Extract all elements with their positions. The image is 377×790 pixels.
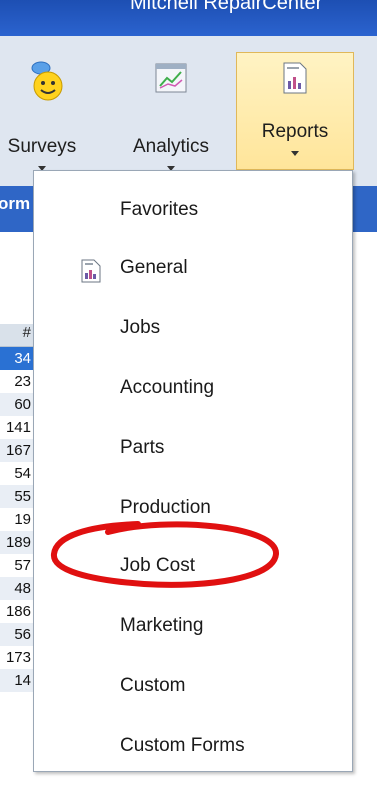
table-cell[interactable]: 189 [0, 531, 35, 554]
menu-item-favorites[interactable]: Favorites [34, 183, 352, 239]
column-header[interactable]: # [0, 324, 35, 347]
table-cell[interactable]: 19 [0, 508, 35, 531]
menu-item-label: General [120, 257, 188, 278]
table-cell[interactable]: 23 [0, 370, 35, 393]
analytics-label: Analytics [132, 136, 210, 157]
report-icon [281, 61, 309, 101]
reports-button[interactable]: Reports [236, 52, 354, 170]
reports-label: Reports [261, 121, 329, 142]
table-cell[interactable]: 56 [0, 623, 35, 646]
menu-item-general[interactable]: General [34, 241, 352, 297]
menu-item-marketing[interactable]: Marketing [34, 599, 352, 655]
surveys-button[interactable]: Surveys [0, 50, 90, 171]
menu-item-label: Favorites [120, 199, 199, 220]
table-cell[interactable]: 57 [0, 554, 35, 577]
table-cell[interactable]: 14 [0, 669, 35, 692]
menu-item-jobs[interactable]: Jobs [34, 301, 352, 357]
menu-item-label: Jobs [120, 317, 161, 338]
surveys-label: Surveys [7, 136, 77, 157]
menu-item-job-cost[interactable]: Job Cost [34, 539, 352, 595]
table-cell[interactable]: 34 [0, 347, 35, 370]
ribbon: Surveys Analytics Reports [0, 36, 377, 186]
table-cell[interactable]: 173 [0, 646, 35, 669]
section-header-label: orm [0, 194, 31, 213]
menu-item-label: Job Cost [120, 555, 195, 576]
menu-item-label: Accounting [120, 377, 215, 398]
chevron-down-icon [291, 151, 299, 156]
menu-item-label: Production [120, 497, 211, 518]
menu-item-label: Custom [120, 675, 186, 696]
report-icon [80, 259, 102, 289]
chart-icon [152, 60, 190, 104]
table-cell[interactable]: 167 [0, 439, 35, 462]
title-bar: Mitchell RepairCenter [0, 0, 377, 36]
table-cell[interactable]: 55 [0, 485, 35, 508]
id-column: # 34 23 60 141 167 54 55 19 189 57 48 18… [0, 324, 35, 692]
table-cell[interactable]: 186 [0, 600, 35, 623]
table-cell[interactable]: 141 [0, 416, 35, 439]
menu-item-label: Parts [120, 437, 165, 458]
menu-item-custom-forms[interactable]: Custom Forms [34, 719, 352, 775]
table-cell[interactable]: 60 [0, 393, 35, 416]
analytics-button[interactable]: Analytics [116, 50, 226, 171]
menu-item-accounting[interactable]: Accounting [34, 361, 352, 417]
menu-item-custom[interactable]: Custom [34, 659, 352, 715]
table-cell[interactable]: 48 [0, 577, 35, 600]
window-title: Mitchell RepairCenter [130, 0, 323, 14]
smiley-icon [24, 60, 68, 110]
table-cell[interactable]: 54 [0, 462, 35, 485]
menu-item-production[interactable]: Production [34, 481, 352, 537]
reports-dropdown-menu: Favorites General Jobs Accounting Parts … [33, 170, 353, 772]
menu-item-label: Marketing [120, 615, 204, 636]
menu-item-parts[interactable]: Parts [34, 421, 352, 477]
menu-item-label: Custom Forms [120, 735, 245, 756]
